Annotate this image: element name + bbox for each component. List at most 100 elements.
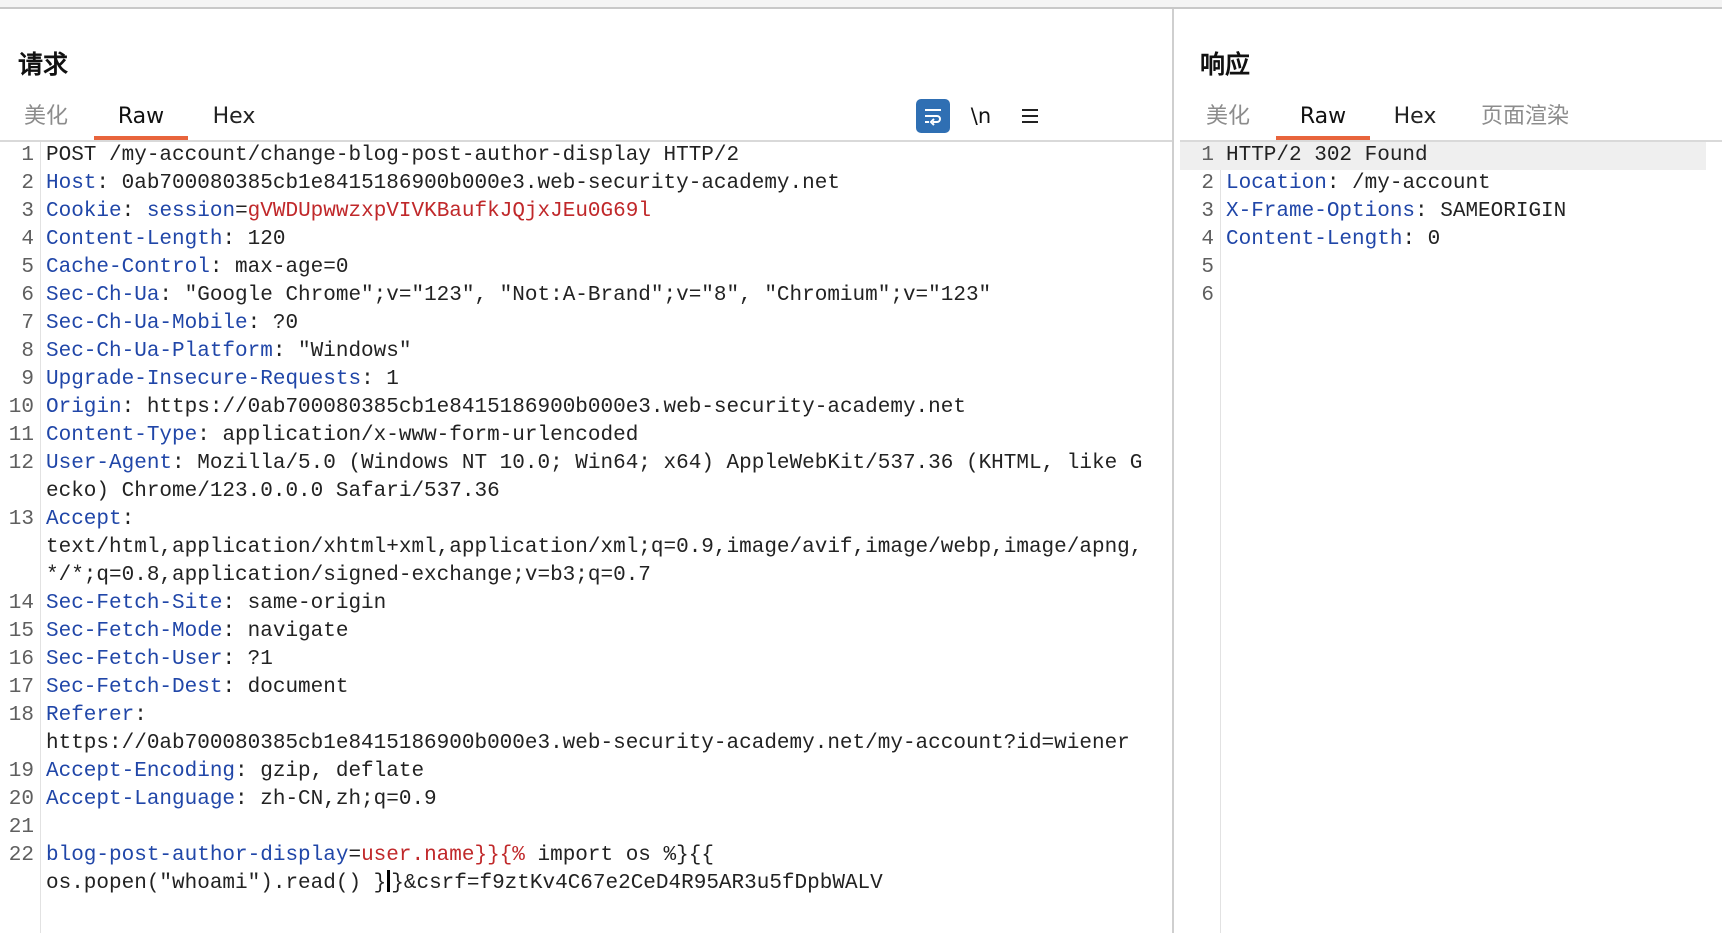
line-number: 15	[8, 620, 34, 643]
line-number: 4	[1201, 228, 1214, 251]
code-line[interactable]: 10 Origin: https://0ab700080385cb1e841518…	[0, 394, 1144, 422]
top-border	[0, 0, 1722, 9]
word-wrap-icon[interactable]	[916, 99, 950, 133]
code-text: : "Google Chrome";v="123", "Not:A-Brand"…	[159, 284, 992, 307]
response-title: 响应	[1200, 50, 1251, 79]
line-number: 9	[21, 368, 34, 391]
code-line[interactable]: 18 Referer: https://0ab700080385cb1e84151…	[0, 702, 1144, 758]
code-line[interactable]: 9 Upgrade-Insecure-Requests: 1	[0, 366, 1144, 394]
code-text: :	[121, 200, 147, 223]
header-key: Upgrade-Insecure-Requests	[46, 368, 362, 391]
header-key: Sec-Fetch-User	[46, 648, 223, 671]
hamburger-menu-icon[interactable]	[1013, 99, 1047, 133]
line-number: 14	[8, 592, 34, 615]
line-number: 8	[21, 340, 34, 363]
line-number: 1	[21, 144, 34, 167]
code-line[interactable]: 22 blog-post-author-display=user.name}}{%…	[0, 842, 1144, 898]
request-tabbar: 美化 Raw Hex \n	[0, 93, 1172, 142]
code-line[interactable]: 6​	[1180, 282, 1706, 310]
line-number: 4	[21, 228, 34, 251]
code-line[interactable]: 20 Accept-Language: zh-CN,zh;q=0.9	[0, 786, 1144, 814]
code-line[interactable]: 21​	[0, 814, 1144, 842]
line-number: 22	[8, 844, 34, 867]
code-line[interactable]: 17 Sec-Fetch-Dest: document	[0, 674, 1144, 702]
highlighted-value: gVWDUpwwzxpVIVKBaufkJQjxJEu0G69l	[247, 200, 651, 223]
request-editor[interactable]: 1 POST /my-account/change-blog-post-autho…	[0, 142, 1172, 933]
code-line[interactable]: 14 Sec-Fetch-Site: same-origin	[0, 590, 1144, 618]
code-line[interactable]: 15 Sec-Fetch-Mode: navigate	[0, 618, 1144, 646]
code-text: : https://0ab700080385cb1e8415186900b000…	[121, 396, 966, 419]
header-key: Cookie	[46, 200, 122, 223]
code-line[interactable]: 4 Content-Length: 120	[0, 226, 1144, 254]
header-key: Sec-Fetch-Site	[46, 592, 223, 615]
code-text: : ?1	[222, 648, 273, 671]
code-line[interactable]: 5​	[1180, 254, 1706, 282]
code-line[interactable]: 2 Location: /my-account	[1180, 170, 1706, 198]
code-line[interactable]: 16 Sec-Fetch-User: ?1	[0, 646, 1144, 674]
code-text: : document	[222, 676, 349, 699]
header-key: Sec-Fetch-Dest	[46, 676, 223, 699]
line-number: 6	[1201, 284, 1214, 307]
code-line[interactable]: 12 User-Agent: Mozilla/5.0 (Windows NT 10…	[0, 450, 1144, 506]
request-tab-pretty[interactable]: 美化	[18, 93, 74, 140]
line-number: 2	[21, 172, 34, 195]
header-key: Accept-Encoding	[46, 760, 236, 783]
code-line[interactable]: 1 HTTP/2 302 Found	[1180, 142, 1706, 170]
highlighted-value: user.name}}{%	[361, 844, 525, 867]
line-number: 20	[8, 788, 34, 811]
header-key: X-Frame-Options	[1226, 200, 1416, 223]
code-line[interactable]: 19 Accept-Encoding: gzip, deflate	[0, 758, 1144, 786]
code-text: =	[235, 200, 248, 223]
header-key: Content-Type	[46, 424, 198, 447]
line-number: 17	[8, 676, 34, 699]
code-line[interactable]: 3 X-Frame-Options: SAMEORIGIN	[1180, 198, 1706, 226]
code-text: : SAMEORIGIN	[1415, 200, 1567, 223]
code-text: : navigate	[222, 620, 349, 643]
code-line[interactable]: 3 Cookie: session=gVWDUpwwzxpVIVKBaufkJQj…	[0, 198, 1144, 226]
header-key: Sec-Ch-Ua-Mobile	[46, 312, 248, 335]
response-tab-raw[interactable]: Raw	[1276, 93, 1370, 140]
code-line[interactable]: 5 Cache-Control: max-age=0	[0, 254, 1144, 282]
response-tab-pretty[interactable]: 美化	[1200, 93, 1256, 140]
request-pane: 请求 美化 Raw Hex \n 1 POST /my-account/chang…	[0, 9, 1172, 933]
header-key: Host	[46, 172, 97, 195]
code-line[interactable]: 7 Sec-Ch-Ua-Mobile: ?0	[0, 310, 1144, 338]
code-line[interactable]: 2 Host: 0ab700080385cb1e8415186900b000e3.…	[0, 170, 1144, 198]
code-line[interactable]: 4 Content-Length: 0	[1180, 226, 1706, 254]
code-line[interactable]: 6 Sec-Ch-Ua: "Google Chrome";v="123", "No…	[0, 282, 1144, 310]
request-tab-raw[interactable]: Raw	[94, 93, 188, 140]
line-number: 5	[21, 256, 34, 279]
code-text: : gzip, deflate	[235, 760, 425, 783]
header-key: Sec-Ch-Ua-Platform	[46, 340, 273, 363]
code-text: : same-origin	[222, 592, 387, 615]
code-line[interactable]: 8 Sec-Ch-Ua-Platform: "Windows"	[0, 338, 1144, 366]
line-number: 7	[21, 312, 34, 335]
code-text: : max-age=0	[209, 256, 349, 279]
header-key: Accept-Language	[46, 788, 236, 811]
header-key: Content-Length	[46, 228, 223, 251]
header-key: session	[146, 200, 236, 223]
code-line[interactable]: 11 Content-Type: application/x-www-form-u…	[0, 422, 1144, 450]
line-number: 21	[8, 816, 34, 839]
code-line[interactable]: 1 POST /my-account/change-blog-post-autho…	[0, 142, 1144, 170]
code-text: =	[348, 844, 362, 867]
line-number: 18	[8, 704, 34, 727]
request-tab-hex[interactable]: Hex	[204, 93, 264, 140]
text-caret	[387, 870, 391, 892]
code-text: : text/html,application/xhtml+xml,applic…	[46, 508, 1143, 587]
newline-toggle-button[interactable]: \n	[964, 99, 998, 133]
response-tab-render[interactable]: 页面渲染	[1470, 93, 1580, 140]
header-key: Cache-Control	[46, 256, 210, 279]
header-key: Location	[1226, 172, 1327, 195]
response-code[interactable]: 1 HTTP/2 302 Found 2 Location: /my-account 3…	[1180, 142, 1722, 310]
header-key: Sec-Fetch-Mode	[46, 620, 223, 643]
response-editor[interactable]: 1 HTTP/2 302 Found 2 Location: /my-account 3…	[1180, 142, 1722, 933]
code-text: : "Windows"	[272, 340, 412, 363]
header-key: Sec-Ch-Ua	[46, 284, 160, 307]
code-text: HTTP/2 302 Found	[1226, 144, 1428, 167]
line-number: 11	[8, 424, 34, 447]
code-line[interactable]: 13 Accept: text/html,application/xhtml+xm…	[0, 506, 1144, 590]
response-tab-hex[interactable]: Hex	[1385, 93, 1445, 140]
request-code[interactable]: 1 POST /my-account/change-blog-post-autho…	[0, 142, 1172, 898]
response-pane: 响应 美化 Raw Hex 页面渲染 1 HTTP/2 302 Found 2 Loc…	[1180, 9, 1722, 933]
